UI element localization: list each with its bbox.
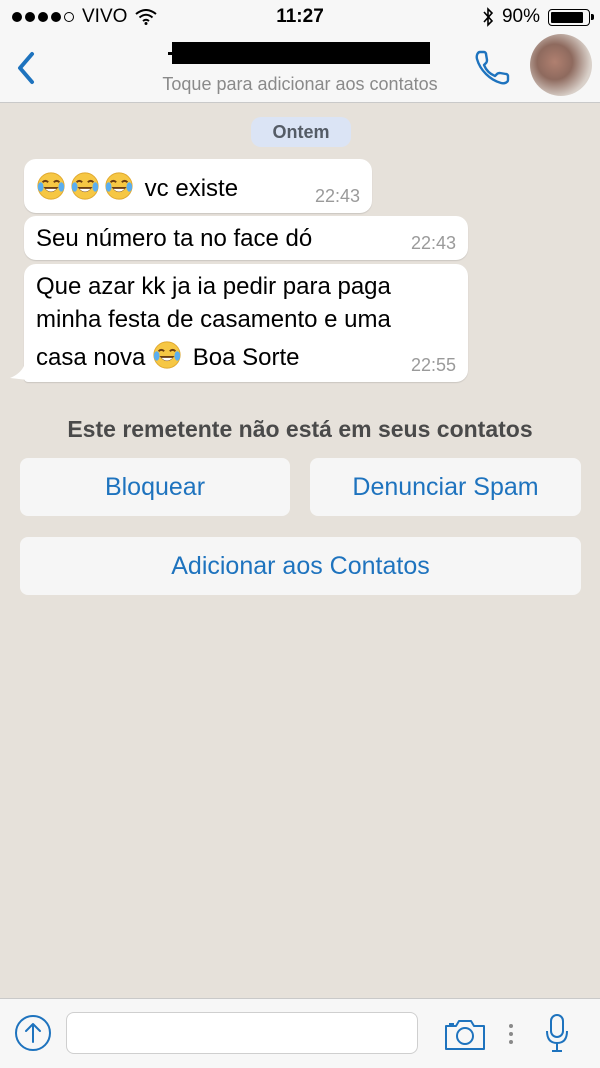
message-bubble[interactable]: vc existe 22:43 <box>24 159 372 213</box>
message-input-bar <box>0 998 600 1068</box>
battery-icon <box>548 8 594 26</box>
message-time: 22:55 <box>410 355 456 375</box>
laughing-crying-emoji-icon <box>70 171 100 201</box>
chat-header: Toque para adicionar aos contatos <box>0 34 600 103</box>
camera-icon[interactable] <box>444 1017 486 1051</box>
message-fragment: casa nova <box>36 344 146 371</box>
message-fragment: Boa Sorte <box>192 344 300 371</box>
message-line: Que azar kk ja ia pedir para paga <box>36 273 391 300</box>
contact-name-redacted[interactable] <box>172 42 430 64</box>
date-badge: Ontem <box>251 117 351 147</box>
message-text: Seu número ta no face dó <box>36 224 312 254</box>
message-bubble[interactable]: Que azar kk ja ia pedir para paga minha … <box>24 264 468 382</box>
message-text: Que azar kk ja ia pedir para paga minha … <box>36 270 391 373</box>
message-line: minha festa de casamento e uma <box>36 306 391 333</box>
message-body: vc existe <box>144 175 239 202</box>
microphone-icon[interactable] <box>544 1013 570 1053</box>
status-right: 90% <box>482 6 594 28</box>
laughing-crying-emoji-icon <box>152 340 182 370</box>
battery-fill <box>551 11 584 23</box>
message-body: Seu número ta no face dó <box>36 225 313 252</box>
status-bar: VIVO 11:27 90% <box>0 0 600 34</box>
laughing-crying-emoji-icon <box>104 171 134 201</box>
message-time: 22:43 <box>410 233 456 253</box>
bubble-tail <box>10 366 28 380</box>
block-button[interactable]: Bloquear <box>20 458 290 516</box>
more-dots-icon[interactable] <box>508 1023 514 1045</box>
bluetooth-icon <box>483 7 494 27</box>
battery-percentage: 90% <box>501 6 540 27</box>
laughing-crying-emoji-icon <box>36 171 66 201</box>
message-line: casa nova Boa Sorte <box>36 340 391 373</box>
upload-arrow-icon[interactable] <box>14 1014 52 1052</box>
message-time: 22:43 <box>314 186 360 206</box>
message-bubble[interactable]: Seu número ta no face dó 22:43 <box>24 216 468 260</box>
contact-avatar[interactable] <box>530 34 592 96</box>
unknown-sender-notice: Este remetente não está em seus contatos <box>67 416 533 442</box>
message-input[interactable] <box>66 1012 418 1054</box>
message-text: vc existe <box>36 171 238 204</box>
add-to-contacts-button[interactable]: Adicionar aos Contatos <box>20 537 581 595</box>
phone-icon[interactable] <box>470 46 514 90</box>
report-spam-button[interactable]: Denunciar Spam <box>310 458 581 516</box>
